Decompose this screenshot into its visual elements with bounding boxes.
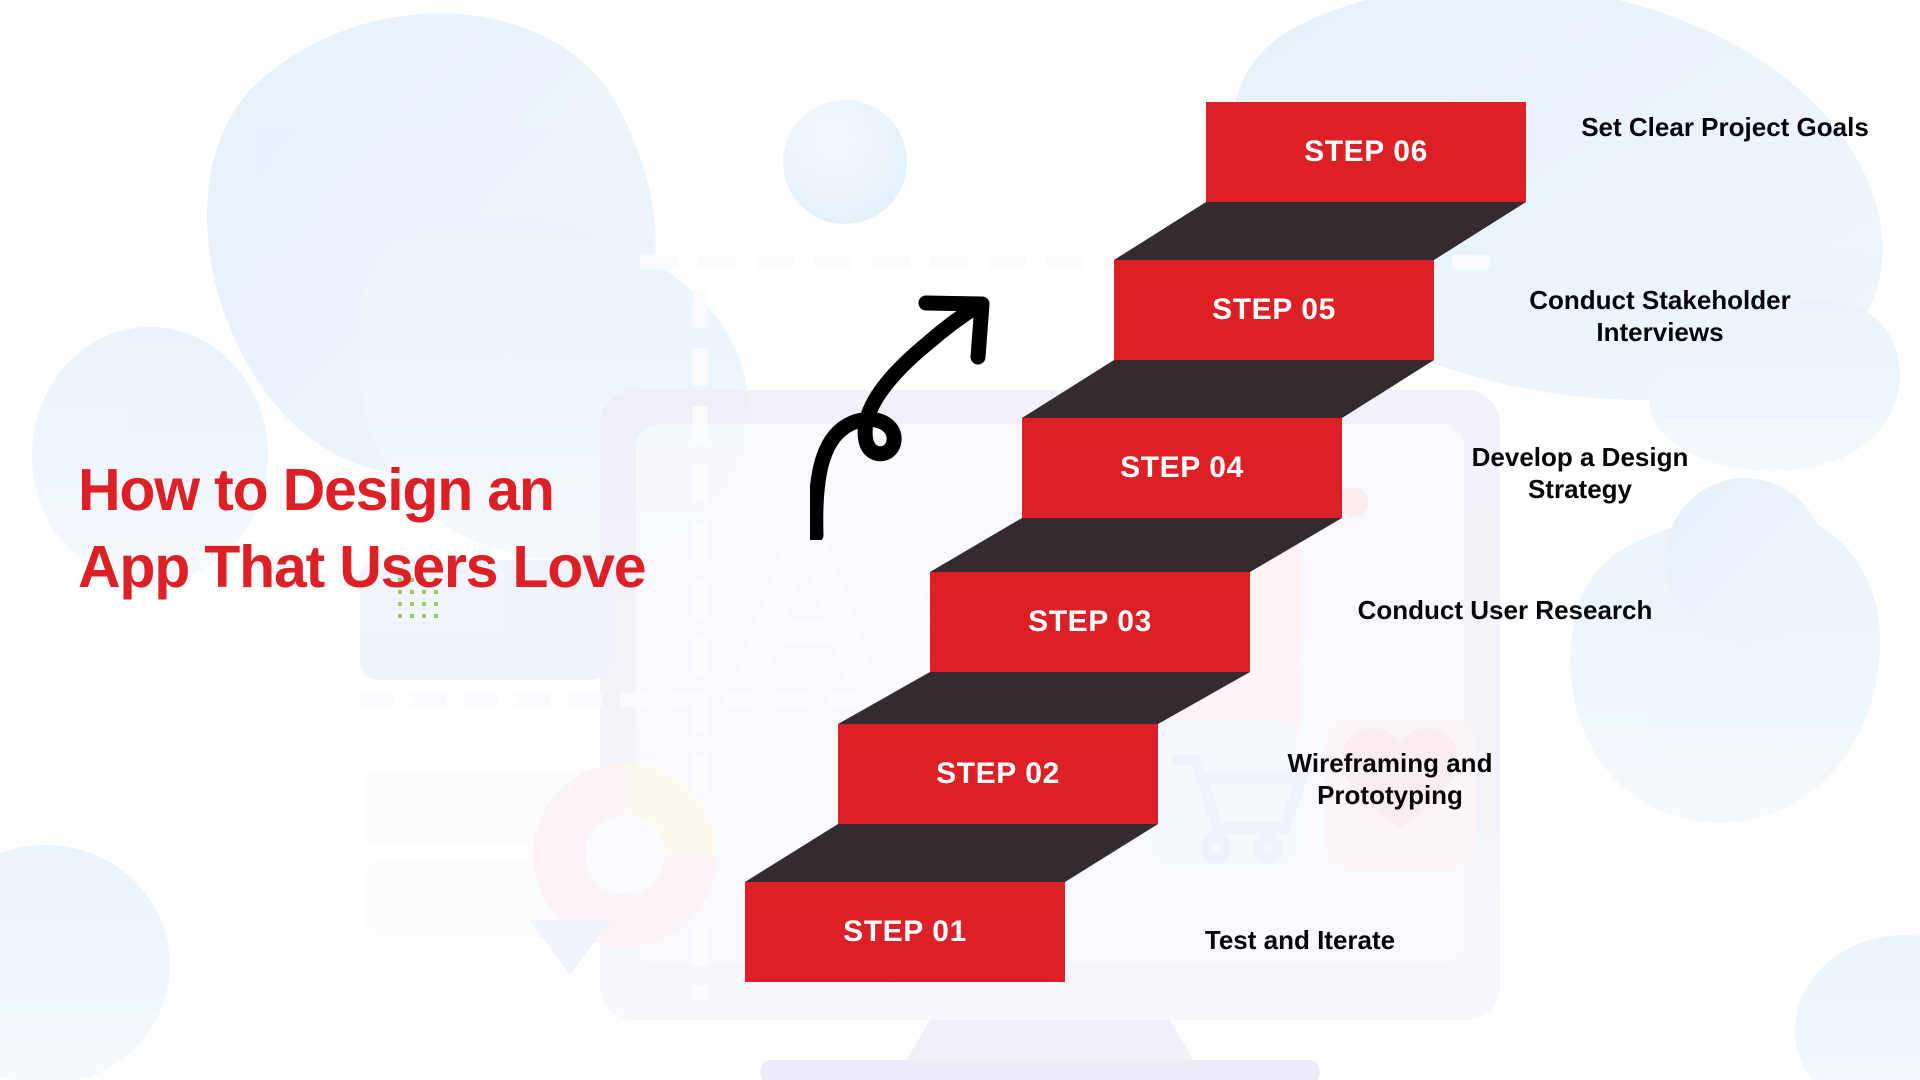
step-number-step-05: STEP 05 (1212, 293, 1336, 326)
step-bar-step-05[interactable]: STEP 05 (1114, 260, 1434, 360)
step-bar-step-06[interactable]: STEP 06 (1206, 102, 1526, 202)
step-label-step-02: Wireframing and Prototyping (1287, 748, 1493, 810)
step-label-step-06: Set Clear Project Goals (1581, 112, 1869, 142)
curved-loop-arrow (808, 295, 1010, 543)
step-number-step-01: STEP 01 (843, 915, 967, 948)
connector-05-06 (1114, 202, 1526, 260)
step-bar-step-02[interactable]: STEP 02 (838, 724, 1158, 824)
step-bar-step-03[interactable]: STEP 03 (930, 572, 1250, 672)
step-label-step-04: Develop a Design Strategy (1471, 442, 1689, 504)
step-number-step-03: STEP 03 (1028, 605, 1152, 638)
connector-01-02 (745, 824, 1158, 882)
page-title-line-1: How to Design an (78, 457, 555, 523)
step-number-step-04: STEP 04 (1120, 451, 1244, 484)
connector-04-05 (1022, 360, 1434, 418)
page-title-line-2: App That Users Love (78, 533, 647, 600)
step-bar-step-01[interactable]: STEP 01 (745, 882, 1065, 982)
arrow-tail (808, 299, 984, 543)
step-label-step-01: Test and Iterate (1204, 925, 1396, 955)
step-number-step-02: STEP 02 (936, 757, 1060, 790)
page-title: How to Design an App That Users Love (78, 452, 818, 605)
step-label-step-03: Conduct User Research (1357, 595, 1653, 625)
step-number-step-06: STEP 06 (1304, 135, 1428, 168)
infographic-canvas: Aa How to Design an App That Users Love … (0, 0, 1920, 1080)
step-label-step-05: Conduct Stakeholder Interviews (1529, 285, 1791, 347)
step-bar-step-04[interactable]: STEP 04 (1022, 418, 1342, 518)
connector-02-03 (838, 672, 1250, 724)
